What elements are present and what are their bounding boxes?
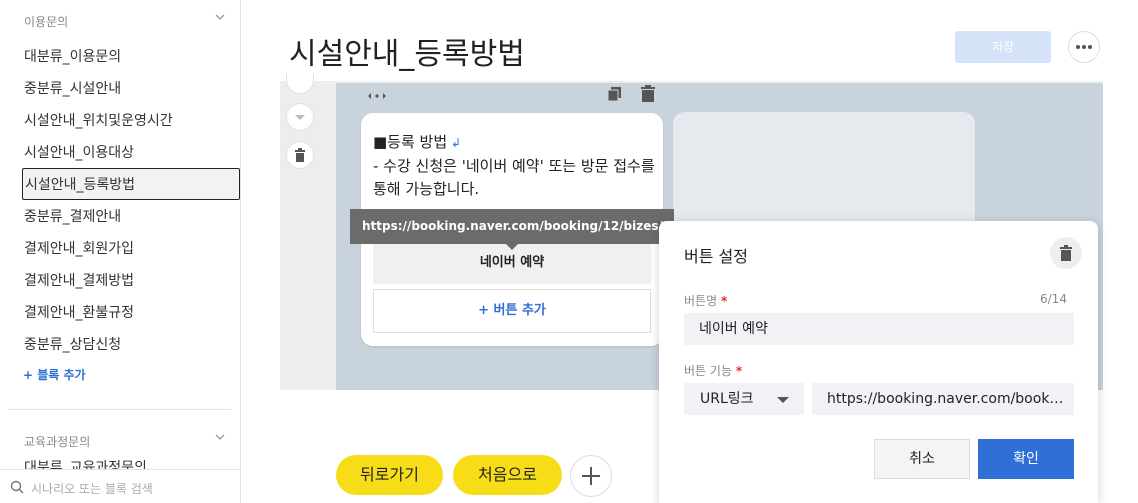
divider: [8, 409, 231, 410]
page-title: 시설안내_등록방법: [289, 37, 525, 72]
chevron-down-icon[interactable]: [215, 432, 225, 442]
chevron-down-icon[interactable]: [215, 12, 225, 22]
sidebar-item[interactable]: 결제안내_회원가입: [22, 233, 240, 265]
group-header-inquiry[interactable]: 이용문의: [0, 0, 240, 40]
trash-icon: [295, 148, 305, 162]
sidebar-item[interactable]: 결제안내_환불규정: [22, 297, 240, 329]
line-break-icon: ↲: [447, 136, 462, 150]
sidebar-item[interactable]: 시설안내_위치및운영시간: [22, 105, 240, 137]
sidebar-item-active[interactable]: 시설안내_등록방법: [22, 168, 240, 200]
trash-icon[interactable]: [640, 85, 656, 102]
card-text[interactable]: ■등록 방법 ↲ - 수강 신청은 '네이버 예약' 또는 방문 접수를 통해 …: [373, 131, 658, 201]
caret-down-icon: [777, 397, 789, 403]
drag-handle-icon[interactable]: [367, 91, 387, 101]
url-input[interactable]: https://booking.naver.com/booki...: [812, 383, 1074, 415]
sidebar-item[interactable]: 중분류_시설안내: [22, 73, 240, 105]
group-label: 이용문의: [24, 15, 69, 29]
sidebar-item[interactable]: 중분류_결제안내: [22, 201, 240, 233]
cancel-button[interactable]: 취소: [874, 439, 970, 479]
label-text: 버튼명: [684, 294, 718, 308]
more-button[interactable]: [1068, 31, 1100, 63]
search-bar[interactable]: 시나리오 또는 블록 검색: [0, 469, 240, 503]
sidebar-item[interactable]: 대분류_이용문의: [22, 41, 240, 73]
more-icon: [1076, 45, 1092, 49]
search-input[interactable]: 시나리오 또는 블록 검색: [31, 480, 153, 497]
add-block-button[interactable]: + 블록 추가: [23, 366, 86, 383]
delete-button[interactable]: [1050, 237, 1082, 269]
sidebar: 이용문의 대분류_이용문의 중분류_시설안내 시설안내_위치및운영시간 시설안내…: [0, 0, 241, 503]
plus-icon: [582, 467, 600, 485]
back-button[interactable]: 뒤로가기: [336, 455, 443, 495]
card-text-line: ■등록 방법: [373, 133, 448, 151]
add-button-button[interactable]: + 버튼 추가: [373, 289, 651, 333]
panel-title: 버튼 설정: [684, 247, 748, 266]
label-text: 버튼 기능: [684, 364, 732, 378]
function-select[interactable]: URL링크: [684, 383, 804, 415]
start-over-button[interactable]: 처음으로: [453, 455, 562, 495]
required-mark: *: [720, 294, 728, 308]
select-value: URL링크: [700, 391, 754, 407]
trash-icon: [1060, 245, 1072, 261]
sidebar-item[interactable]: 시설안내_이용대상: [22, 137, 240, 169]
url-tooltip: https://booking.naver.com/booking/12/biz…: [350, 209, 674, 244]
tooltip-arrow: [506, 244, 518, 250]
card-text-line: - 수강 신청은 '네이버 예약' 또는 방문 접수를 통해 가능합니다.: [373, 157, 655, 198]
confirm-button[interactable]: 확인: [978, 439, 1074, 479]
button-name-input[interactable]: 네이버 예약: [684, 313, 1074, 345]
required-mark: *: [735, 364, 743, 378]
delete-block-button[interactable]: [286, 141, 314, 169]
sidebar-item[interactable]: 중분류_상담신청: [22, 329, 240, 361]
button-function-label: 버튼 기능 *: [684, 362, 742, 379]
button-name-label: 버튼명 *: [684, 292, 727, 309]
sidebar-item[interactable]: 결제안내_결제방법: [22, 265, 240, 297]
char-counter: 6/14: [1040, 292, 1067, 306]
save-button[interactable]: 저장: [955, 31, 1051, 63]
copy-icon[interactable]: [607, 86, 623, 102]
add-quick-reply-button[interactable]: [570, 455, 612, 497]
group-label: 교육과정문의: [24, 435, 91, 449]
search-icon: [10, 480, 24, 494]
chevron-down-icon: [295, 115, 305, 120]
move-down-button[interactable]: [286, 103, 314, 131]
